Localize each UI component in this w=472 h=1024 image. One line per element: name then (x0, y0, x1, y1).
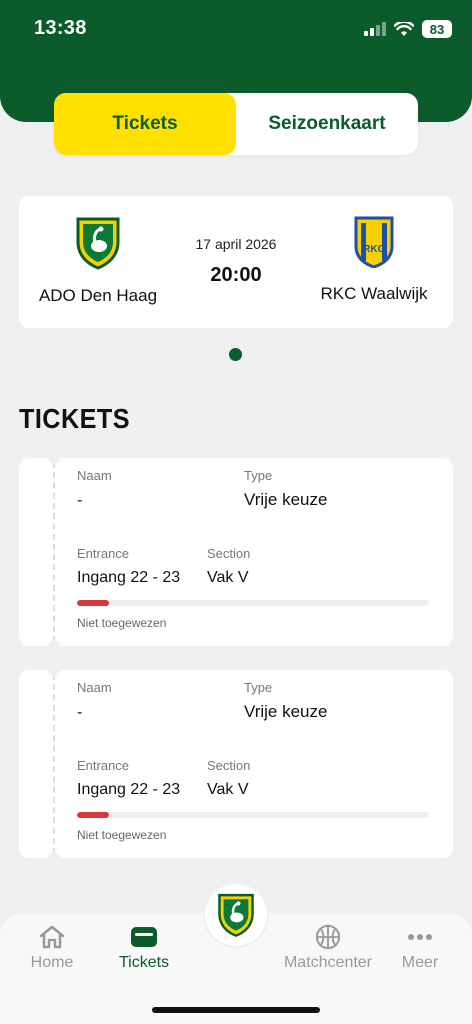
entrance-value: Ingang 22 - 23 (77, 569, 181, 586)
nav-matchcenter[interactable]: Matchcenter (280, 924, 376, 972)
ticket-card[interactable]: Naam - Type Vrije keuze Entrance Ingang … (19, 670, 453, 858)
assignment-status: Niet toegewezen (77, 616, 167, 630)
naam-label: Naam (77, 680, 112, 695)
section-title: TICKETS (19, 403, 130, 434)
ticket-icon (131, 927, 157, 947)
section-label: Section (207, 758, 251, 773)
entrance-value: Ingang 22 - 23 (77, 781, 181, 798)
nav-tickets-label: Tickets (118, 954, 170, 971)
away-club: RKC RKC Waalwijk (299, 216, 449, 304)
nav-meer[interactable]: Meer (394, 924, 446, 972)
assignment-progress (77, 812, 429, 818)
signal-icon (364, 22, 386, 36)
naam-value: - (77, 492, 83, 509)
naam-value: - (77, 704, 83, 721)
entrance-label: Entrance (77, 758, 130, 773)
more-icon (408, 934, 432, 940)
home-club-name: ADO Den Haag (38, 286, 158, 305)
status-bar: 13:38 83 (0, 0, 472, 58)
assignment-status: Niet toegewezen (77, 828, 167, 842)
nav-tickets[interactable]: Tickets (108, 924, 180, 972)
section-value: Vak V (207, 781, 249, 798)
home-icon (39, 925, 65, 949)
club-logo-button[interactable] (205, 884, 267, 946)
home-indicator (152, 1007, 320, 1013)
wifi-icon (394, 21, 414, 36)
rkc-logo-text: RKC (363, 244, 385, 255)
rkc-logo-icon: RKC (354, 216, 394, 268)
match-card[interactable]: ADO Den Haag 17 april 2026 20:00 RKC RKC… (19, 196, 453, 328)
page-indicator-dot[interactable] (229, 348, 242, 361)
battery-icon: 83 (422, 20, 452, 38)
ado-logo-icon (218, 893, 254, 937)
segmented-control: Tickets Seizoenkaart (54, 93, 418, 155)
assignment-progress (77, 600, 429, 606)
ticket-card[interactable]: Naam - Type Vrije keuze Entrance Ingang … (19, 458, 453, 646)
type-value: Vrije keuze (244, 702, 328, 721)
section-value: Vak V (207, 569, 249, 586)
entrance-label: Entrance (77, 546, 130, 561)
nav-home-label: Home (30, 954, 74, 971)
type-label: Type (244, 680, 273, 695)
away-club-name: RKC Waalwijk (320, 284, 428, 303)
type-label: Type (244, 468, 273, 483)
naam-label: Naam (77, 468, 112, 483)
nav-matchcenter-label: Matchcenter (283, 954, 373, 971)
nav-home[interactable]: Home (20, 924, 84, 972)
basketball-icon (315, 924, 341, 950)
type-value: Vrije keuze (244, 490, 328, 509)
status-time: 13:38 (34, 17, 87, 39)
tab-tickets[interactable]: Tickets (54, 93, 236, 155)
nav-meer-label: Meer (401, 954, 439, 971)
tab-seizoenkaart[interactable]: Seizoenkaart (236, 93, 418, 155)
home-club: ADO Den Haag (23, 216, 173, 306)
section-label: Section (207, 546, 251, 561)
